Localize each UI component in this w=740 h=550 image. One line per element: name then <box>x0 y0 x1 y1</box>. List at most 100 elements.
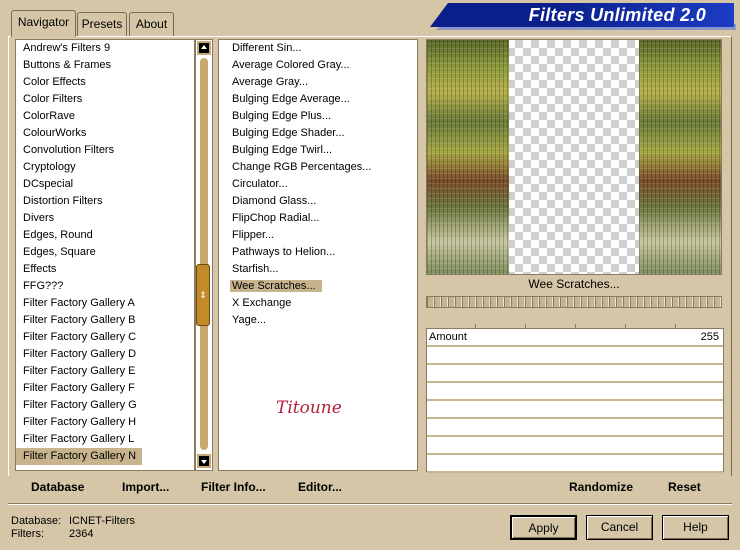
randomize-button[interactable]: Randomize <box>569 480 633 494</box>
category-item[interactable]: Filter Factory Gallery L <box>16 431 194 448</box>
category-item[interactable]: Edges, Square <box>16 244 194 261</box>
filter-item[interactable]: Bulging Edge Shader... <box>219 125 417 142</box>
filter-item-label: Yage... <box>232 314 267 326</box>
watermark-signature: Titoune <box>276 398 342 418</box>
apply-button[interactable]: Apply <box>510 515 577 540</box>
filter-item[interactable]: Change RGB Percentages... <box>219 159 417 176</box>
filter-item[interactable]: Starfish... <box>219 261 417 278</box>
filter-item-label: Change RGB Percentages... <box>232 161 372 173</box>
arrow-down-icon <box>201 460 207 464</box>
reset-button[interactable]: Reset <box>668 480 701 494</box>
category-item[interactable]: Filter Factory Gallery C <box>16 329 194 346</box>
filter-item-label: Wee Scratches... <box>230 280 322 292</box>
filter-item[interactable]: Flipper... <box>219 227 417 244</box>
footer-divider <box>8 503 732 505</box>
category-item[interactable]: Effects <box>16 261 194 278</box>
category-item[interactable]: DCspecial <box>16 176 194 193</box>
parameter-row[interactable] <box>427 383 723 401</box>
category-item[interactable]: FFG??? <box>16 278 194 295</box>
filter-item[interactable]: Bulging Edge Average... <box>219 91 417 108</box>
category-item[interactable]: Filter Factory Gallery N <box>16 448 143 465</box>
preview-image <box>426 39 722 275</box>
tab-about[interactable]: About <box>129 12 174 36</box>
category-item[interactable]: Divers <box>16 210 194 227</box>
editor-button[interactable]: Editor... <box>298 480 342 494</box>
parameter-value: 255 <box>700 331 719 343</box>
parameter-row[interactable]: Amount 255 <box>427 329 723 347</box>
scroll-thumb[interactable]: ⇕ <box>196 264 210 326</box>
parameter-row[interactable] <box>427 365 723 383</box>
category-scrollbar[interactable]: ⇕ <box>195 39 213 471</box>
scroll-track[interactable]: ⇕ <box>196 58 210 450</box>
filter-info-button[interactable]: Filter Info... <box>201 480 266 494</box>
filter-item-label: Diamond Glass... <box>232 195 317 207</box>
filter-item[interactable]: Circulator... <box>219 176 417 193</box>
tab-presets[interactable]: Presets <box>77 12 127 36</box>
app-title-banner: Filters Unlimited 2.0 <box>430 3 734 27</box>
preview-texture-right <box>639 40 721 274</box>
filter-item-label: Average Colored Gray... <box>232 59 350 71</box>
filter-item-label: Bulging Edge Plus... <box>232 110 332 122</box>
filter-item[interactable]: Pathways to Helion... <box>219 244 417 261</box>
category-item[interactable]: Distortion Filters <box>16 193 194 210</box>
tab-navigator[interactable]: Navigator <box>11 10 76 37</box>
scroll-up-button[interactable] <box>197 41 211 55</box>
database-button[interactable]: Database <box>31 480 84 494</box>
category-item[interactable]: Color Effects <box>16 74 194 91</box>
parameter-list: Amount 255 <box>426 328 724 473</box>
category-item[interactable]: Filter Factory Gallery F <box>16 380 194 397</box>
filter-item-label: FlipChop Radial... <box>232 212 320 224</box>
filter-item-label: Flipper... <box>232 229 275 241</box>
category-item[interactable]: ColourWorks <box>16 125 194 142</box>
filter-item[interactable]: Average Colored Gray... <box>219 57 417 74</box>
parameter-row[interactable] <box>427 401 723 419</box>
filter-item-label: Average Gray... <box>232 76 309 88</box>
filter-item-label: Starfish... <box>232 263 279 275</box>
category-item[interactable]: Buttons & Frames <box>16 57 194 74</box>
filter-item[interactable]: X Exchange <box>219 295 417 312</box>
drag-handle-icon: ⇕ <box>199 290 207 300</box>
import-button[interactable]: Import... <box>122 480 169 494</box>
category-item[interactable]: Filter Factory Gallery G <box>16 397 194 414</box>
parameter-row[interactable] <box>427 437 723 455</box>
filter-item[interactable]: Bulging Edge Twirl... <box>219 142 417 159</box>
database-value: ICNET-Filters <box>69 515 135 527</box>
category-item[interactable]: Edges, Round <box>16 227 194 244</box>
category-item[interactable]: Filter Factory Gallery B <box>16 312 194 329</box>
scroll-down-button[interactable] <box>197 454 211 468</box>
category-item[interactable]: Filter Factory Gallery A <box>16 295 194 312</box>
category-item[interactable]: Filter Factory Gallery E <box>16 363 194 380</box>
filter-item-label: Pathways to Helion... <box>232 246 336 258</box>
parameter-row[interactable] <box>427 347 723 365</box>
category-item[interactable]: ColorRave <box>16 108 194 125</box>
help-button[interactable]: Help <box>662 515 729 540</box>
cancel-button[interactable]: Cancel <box>586 515 653 540</box>
filters-status: Filters: 2364 <box>11 528 93 540</box>
parameter-name: Amount <box>429 331 467 343</box>
filter-item-label: Bulging Edge Shader... <box>232 127 345 139</box>
category-item[interactable]: Filter Factory Gallery D <box>16 346 194 363</box>
database-label: Database: <box>11 515 62 527</box>
filter-item[interactable]: Yage... <box>219 312 417 329</box>
filter-item-label: Bulging Edge Twirl... <box>232 144 333 156</box>
category-item[interactable]: Color Filters <box>16 91 194 108</box>
filter-item[interactable]: Bulging Edge Plus... <box>219 108 417 125</box>
category-list[interactable]: Andrew's Filters 9 Buttons & Frames Color … <box>15 39 195 471</box>
filter-item[interactable]: Wee Scratches... <box>219 278 417 295</box>
database-status: Database: ICNET-Filters <box>11 515 135 527</box>
filter-item[interactable]: Different Sin... <box>219 40 417 57</box>
category-item[interactable]: Cryptology <box>16 159 194 176</box>
arrow-up-icon <box>201 45 207 49</box>
preview-zoom-ruler[interactable] <box>426 296 722 308</box>
filters-count: 2364 <box>69 528 94 540</box>
filter-item[interactable]: Diamond Glass... <box>219 193 417 210</box>
parameter-row[interactable] <box>427 419 723 437</box>
filter-item-label: Different Sin... <box>232 42 302 54</box>
filter-item[interactable]: FlipChop Radial... <box>219 210 417 227</box>
preview-filter-name: Wee Scratches... <box>528 277 620 291</box>
category-item[interactable]: Andrew's Filters 9 <box>16 40 194 57</box>
filter-item[interactable]: Average Gray... <box>219 74 417 91</box>
category-item[interactable]: Filter Factory Gallery H <box>16 414 194 431</box>
category-item[interactable]: Convolution Filters <box>16 142 194 159</box>
parameter-row[interactable] <box>427 455 723 473</box>
